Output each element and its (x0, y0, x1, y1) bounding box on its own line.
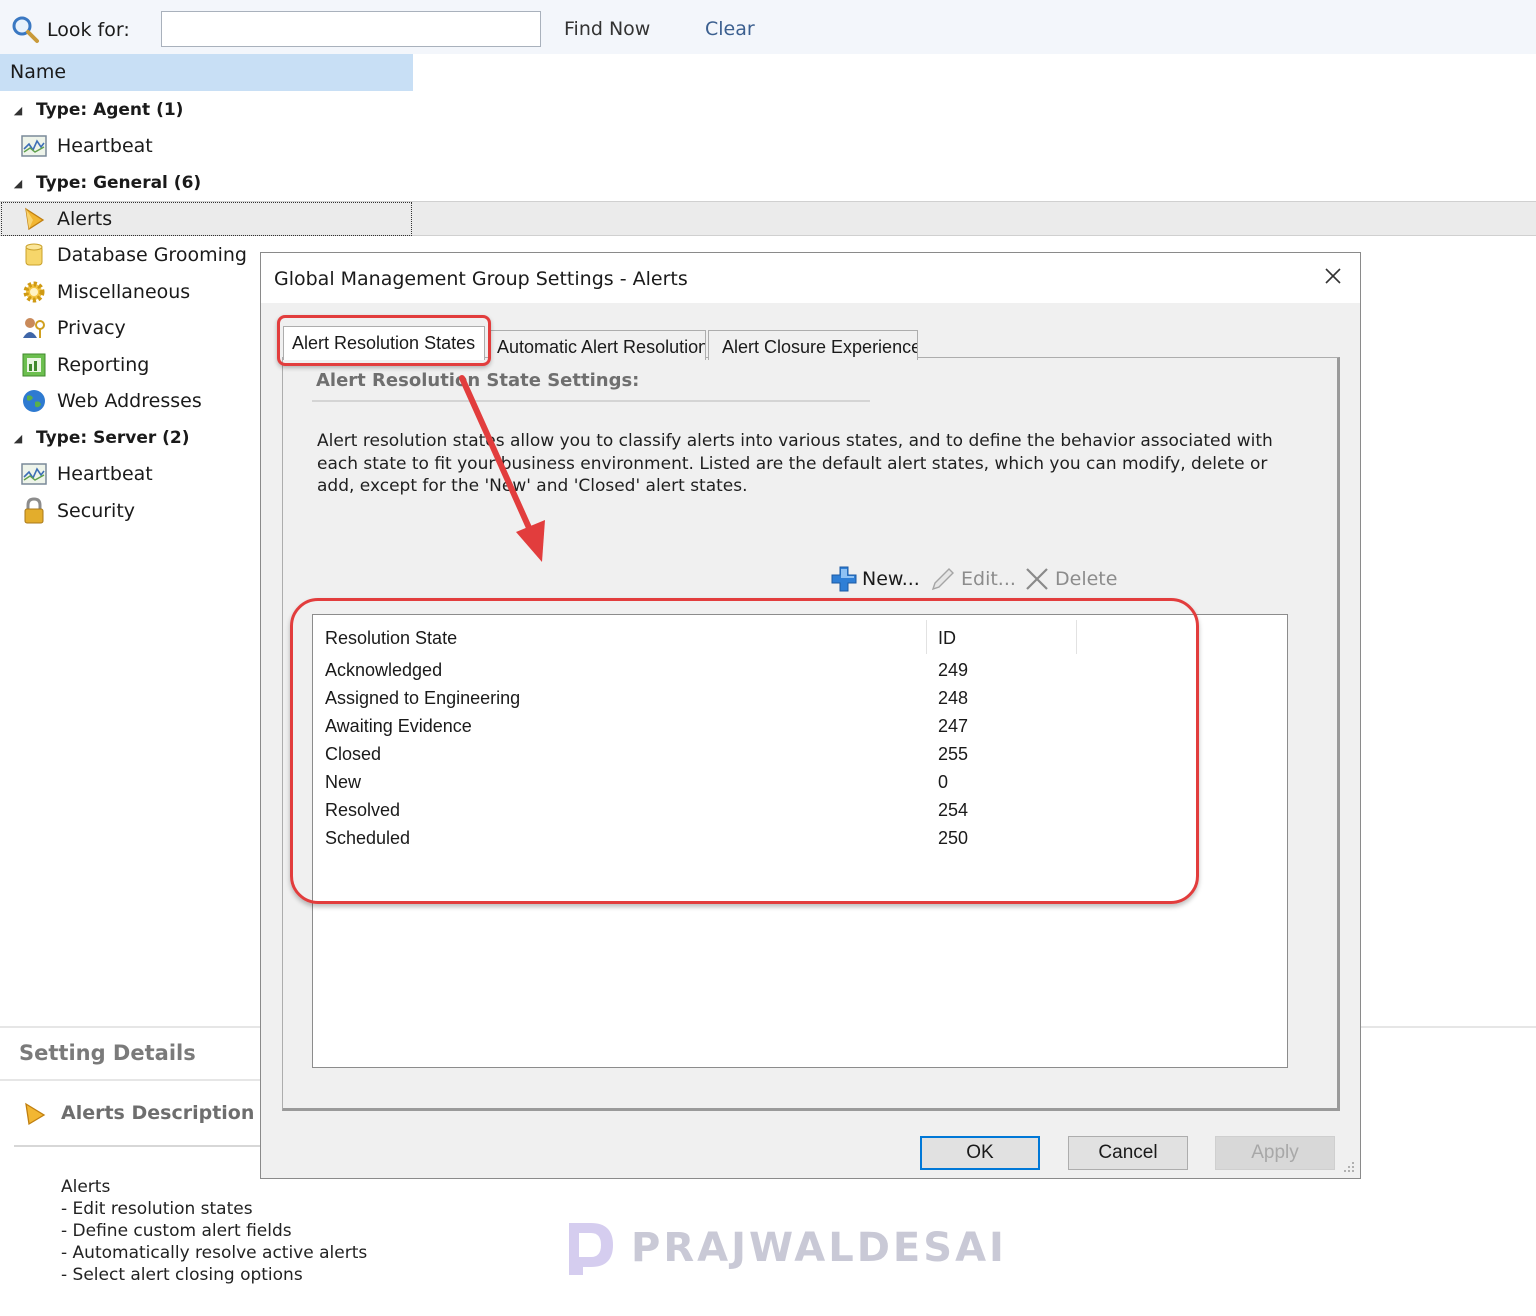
report-chart-icon (20, 351, 48, 379)
annotation-highlight-tab (277, 315, 491, 366)
details-divider (0, 1079, 262, 1081)
delete-button[interactable]: Delete (1023, 564, 1117, 594)
tree-item-reporting[interactable]: Reporting (20, 348, 149, 382)
users-key-icon (20, 314, 48, 342)
description-line: Alerts (61, 1177, 111, 1197)
details-divider (14, 1145, 262, 1147)
edit-button[interactable]: Edit... (929, 564, 1016, 594)
watermark-text: PRAJWALDESAI (631, 1225, 1007, 1271)
search-icon (12, 16, 39, 43)
tree-item-heartbeat-agent[interactable]: Heartbeat (20, 129, 153, 163)
tree-item-database-grooming[interactable]: Database Grooming (20, 238, 247, 272)
setting-details-heading: Setting Details (19, 1041, 196, 1065)
delete-label: Delete (1055, 568, 1118, 590)
alert-bell-icon (25, 1102, 46, 1126)
annotation-arrow-icon (459, 375, 545, 562)
tree-group-agent[interactable]: ◢ Type: Agent (1) (0, 95, 184, 125)
alert-bell-icon (20, 205, 48, 233)
new-label: New... (862, 568, 920, 590)
tab-automatic-alert-resolution[interactable]: Automatic Alert Resolution (488, 330, 706, 360)
tree-group-general[interactable]: ◢ Type: General (6) (0, 168, 201, 198)
delete-x-icon (1026, 568, 1048, 590)
close-icon[interactable] (1321, 264, 1345, 288)
find-now-button[interactable]: Find Now (564, 18, 650, 40)
tree-item-privacy[interactable]: Privacy (20, 311, 126, 345)
annotation-highlight-list (290, 598, 1199, 904)
apply-button[interactable]: Apply (1215, 1136, 1335, 1170)
gear-icon (20, 278, 48, 306)
tree-group-label: Type: General (6) (36, 173, 202, 193)
tree-item-label: Heartbeat (57, 463, 153, 485)
alerts-description-heading: Alerts Description (61, 1102, 255, 1124)
collapse-triangle-icon[interactable]: ◢ (0, 177, 36, 190)
description-line: - Define custom alert fields (61, 1221, 292, 1241)
tree-group-label: Type: Server (2) (36, 428, 190, 448)
resize-grip-icon[interactable] (1342, 1160, 1356, 1174)
plus-icon (831, 566, 857, 592)
tree-item-label: Privacy (57, 317, 126, 339)
globe-icon (20, 387, 48, 415)
dialog-title: Global Management Group Settings - Alert… (274, 268, 688, 290)
section-divider (312, 400, 870, 402)
tree-item-miscellaneous[interactable]: Miscellaneous (20, 275, 190, 309)
heartbeat-monitor-icon (20, 460, 48, 488)
tree-item-label: Miscellaneous (57, 281, 191, 303)
tab-alert-closure-experience[interactable]: Alert Closure Experience (708, 330, 918, 360)
heartbeat-monitor-icon (20, 132, 48, 160)
details-description: Alerts - Edit resolution states - Define… (61, 1176, 367, 1286)
collapse-triangle-icon[interactable]: ◢ (0, 104, 36, 117)
clear-button[interactable]: Clear (705, 18, 755, 40)
tree-item-label: Security (57, 500, 136, 522)
tree-item-label: Heartbeat (57, 135, 153, 157)
tree-group-server[interactable]: ◢ Type: Server (2) (0, 423, 190, 453)
tree-item-label: Alerts (57, 208, 113, 230)
search-input[interactable] (161, 11, 541, 47)
new-button[interactable]: New... (830, 564, 920, 594)
edit-label: Edit... (961, 568, 1016, 590)
description-line: - Select alert closing options (61, 1265, 303, 1285)
look-for-label: Look for: (47, 19, 130, 41)
tree-item-web-addresses[interactable]: Web Addresses (20, 384, 202, 418)
tree-item-label: Web Addresses (57, 390, 202, 412)
tree-item-alerts[interactable]: Alerts (20, 202, 112, 236)
pencil-icon (931, 568, 954, 591)
watermark-logo-icon (569, 1223, 613, 1275)
description-line: - Edit resolution states (61, 1199, 253, 1219)
name-column-header[interactable]: Name (0, 54, 413, 91)
watermark: PRAJWALDESAI (565, 1218, 1007, 1278)
database-icon (20, 241, 48, 269)
ok-button[interactable]: OK (920, 1136, 1040, 1170)
description-line: - Automatically resolve active alerts (61, 1243, 368, 1263)
cancel-button[interactable]: Cancel (1068, 1136, 1188, 1170)
collapse-triangle-icon[interactable]: ◢ (0, 432, 36, 445)
tree-item-label: Database Grooming (57, 244, 247, 266)
tree-item-label: Reporting (57, 354, 150, 376)
tree-group-label: Type: Agent (1) (36, 100, 184, 120)
lock-icon (20, 497, 48, 525)
tree-item-security[interactable]: Security (20, 494, 135, 528)
tree-item-heartbeat-server[interactable]: Heartbeat (20, 457, 153, 491)
